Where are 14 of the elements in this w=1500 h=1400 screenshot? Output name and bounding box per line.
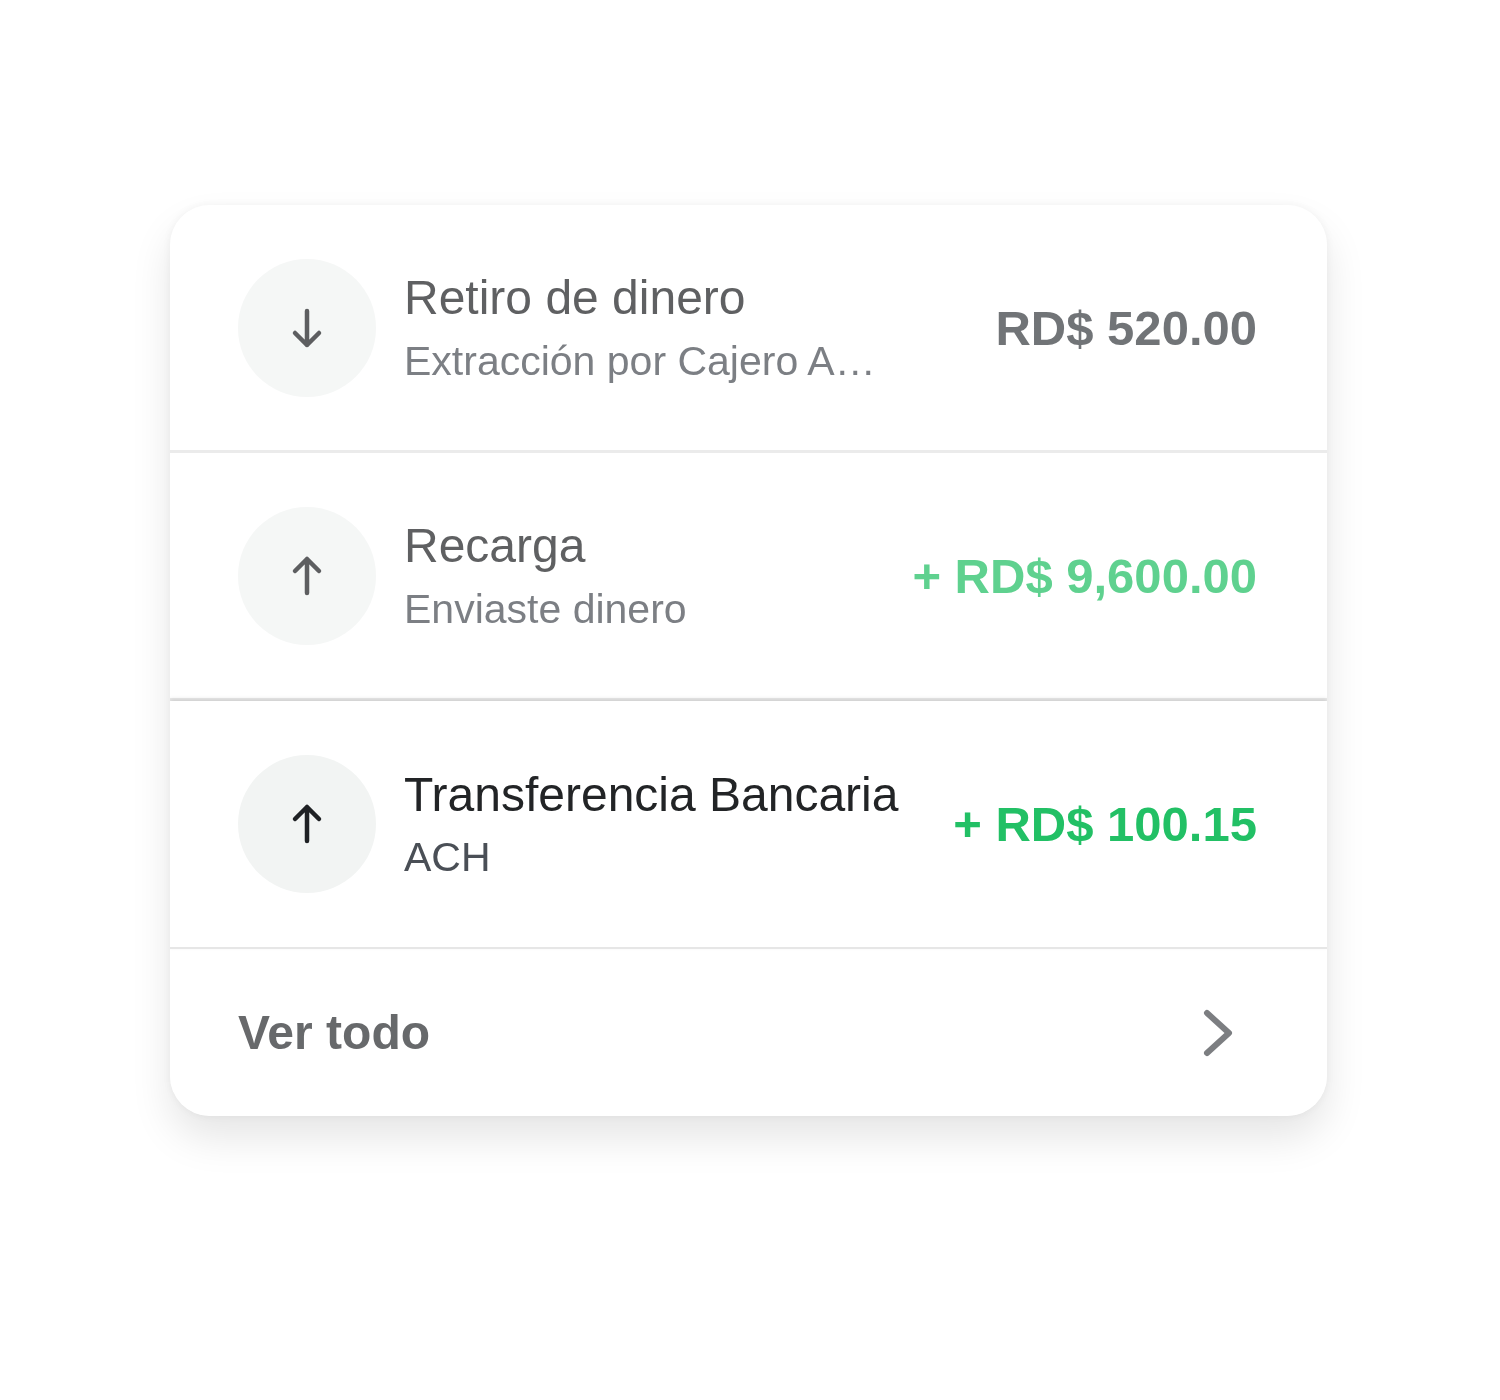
transaction-amount: RD$ 520.00 bbox=[995, 299, 1257, 356]
transaction-title: Transferencia Bancaria bbox=[404, 766, 899, 822]
transaction-amount: + RD$ 9,600.00 bbox=[912, 547, 1257, 604]
transaction-row[interactable]: Recarga Enviaste dinero + RD$ 9,600.00 bbox=[170, 453, 1327, 701]
transaction-subtitle: Enviaste dinero bbox=[404, 585, 687, 633]
transaction-amount: + RD$ 100.15 bbox=[953, 796, 1257, 852]
transaction-title: Retiro de dinero bbox=[404, 270, 746, 326]
transaction-subtitle: ACH bbox=[404, 834, 491, 882]
transaction-row[interactable]: Transferencia Bancaria ACH + RD$ 100.15 bbox=[170, 701, 1327, 949]
transaction-title: Recarga bbox=[404, 518, 586, 574]
view-all-button[interactable]: Ver todo bbox=[170, 949, 1327, 1116]
transaction-row[interactable]: Retiro de dinero Extracción por Cajero A… RD$ 520.00 bbox=[170, 205, 1327, 453]
chevron-right-icon bbox=[1201, 1008, 1235, 1057]
transaction-subtitle: Extracción por Cajero A… bbox=[404, 337, 876, 385]
